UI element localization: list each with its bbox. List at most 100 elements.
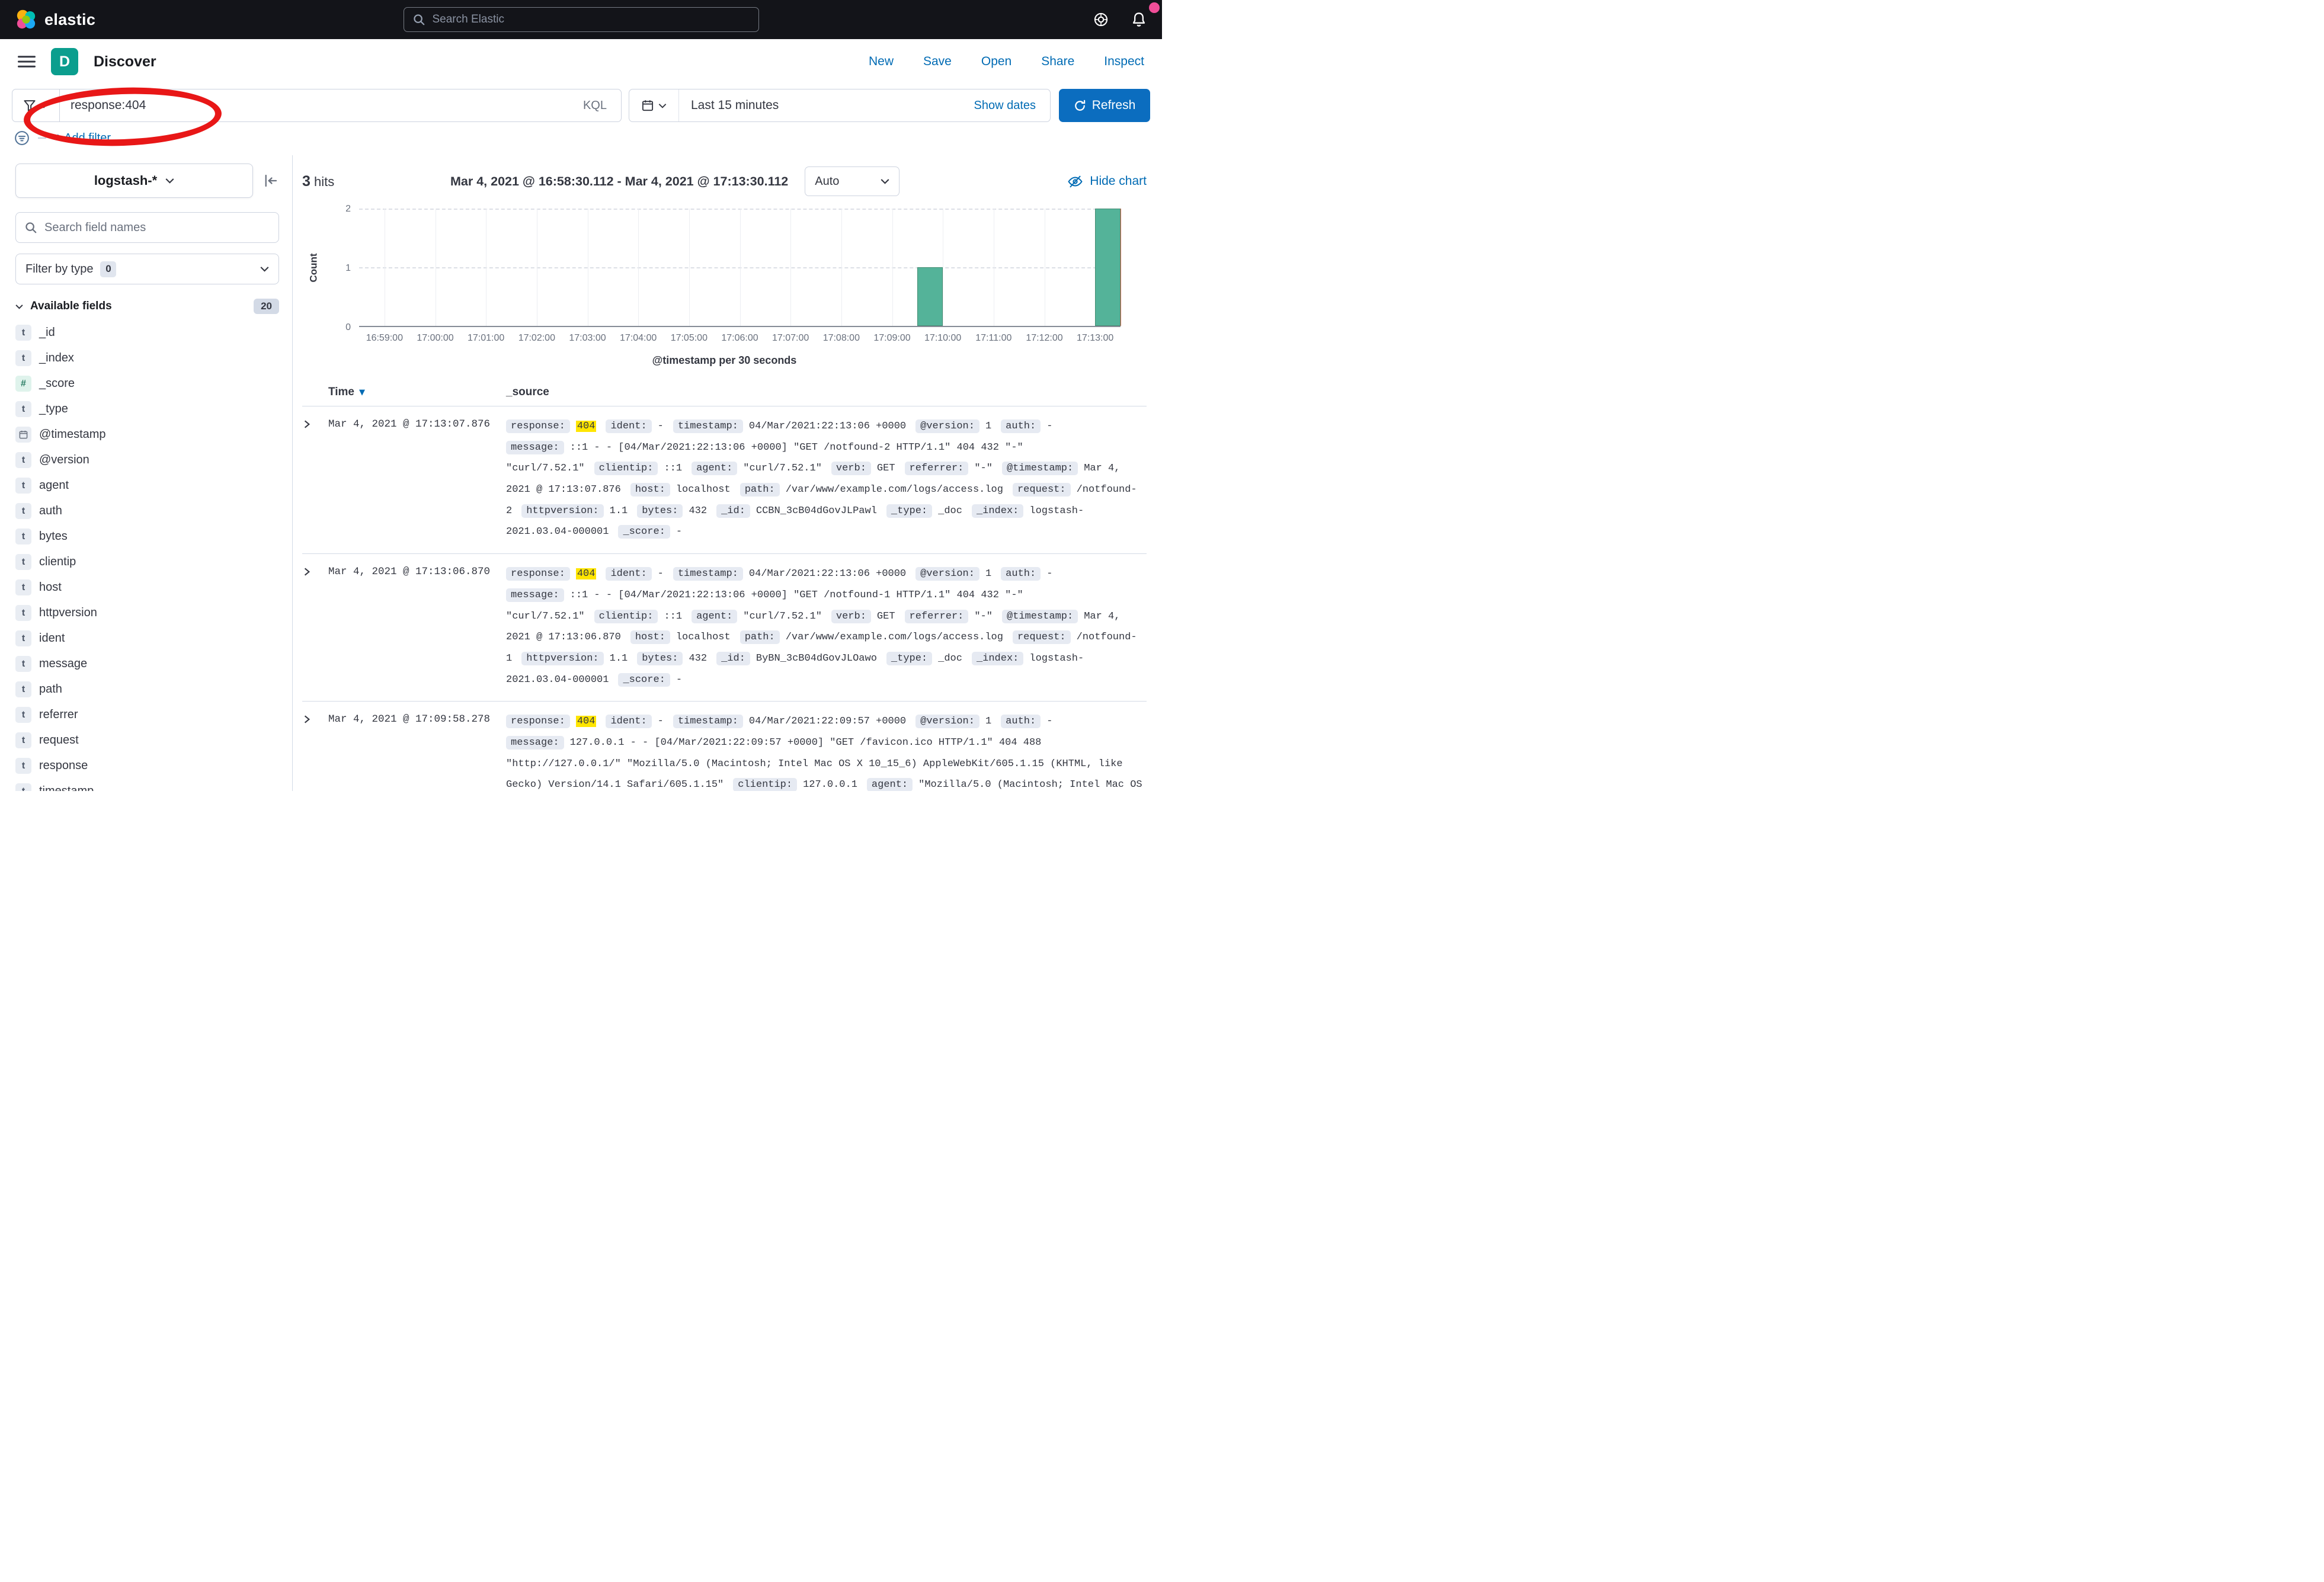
save-button[interactable]: Save xyxy=(923,55,952,69)
query-bar: KQL Last 15 minutes Show dates xyxy=(0,84,1162,128)
elastic-logo-icon xyxy=(15,9,37,30)
expand-row-button[interactable] xyxy=(302,416,328,543)
kql-language-button[interactable]: KQL xyxy=(569,99,621,113)
field-item-request[interactable]: trequest xyxy=(15,728,279,753)
hide-chart-button[interactable]: Hide chart xyxy=(1068,174,1147,189)
sort-desc-icon: ▼ xyxy=(359,388,365,397)
highlighted-value: 404 xyxy=(576,716,597,727)
chevron-down-icon xyxy=(658,103,667,108)
field-item-_score[interactable]: #_score xyxy=(15,371,279,396)
global-search-input[interactable] xyxy=(433,13,750,26)
field-chip: auth: xyxy=(1001,715,1041,728)
show-dates-button[interactable]: Show dates xyxy=(974,99,1050,113)
interval-select[interactable]: Auto xyxy=(805,166,899,196)
available-fields-header[interactable]: Available fields 20 xyxy=(15,299,279,314)
gridline xyxy=(740,209,741,326)
histogram-bar[interactable] xyxy=(917,267,943,326)
field-chip: auth: xyxy=(1001,419,1041,433)
kql-query-input[interactable] xyxy=(71,98,569,113)
inspect-button[interactable]: Inspect xyxy=(1104,55,1144,69)
field-value: - xyxy=(658,421,664,432)
string-field-type-icon: t xyxy=(15,554,31,570)
field-item-ident[interactable]: tident xyxy=(15,626,279,651)
saved-query-menu-button[interactable] xyxy=(12,89,59,122)
deployment-icon[interactable] xyxy=(1093,12,1109,27)
field-chip: _score: xyxy=(618,525,670,539)
search-icon xyxy=(412,13,425,26)
global-search[interactable] xyxy=(404,7,759,32)
field-value: CCBN_3cB04dGovJLPawl xyxy=(756,505,877,517)
new-button[interactable]: New xyxy=(869,55,894,69)
filter-options-icon[interactable] xyxy=(14,130,30,146)
field-value: "curl/7.52.1" xyxy=(743,611,822,622)
expand-row-button[interactable] xyxy=(302,563,328,690)
field-item-host[interactable]: thost xyxy=(15,575,279,600)
filter-by-type-select[interactable]: Filter by type 0 xyxy=(15,254,279,284)
field-chip: @version: xyxy=(915,419,979,433)
table-header: Time ▼ _source xyxy=(302,382,1147,406)
date-picker-calendar-button[interactable] xyxy=(629,89,679,121)
field-item-response[interactable]: tresponse xyxy=(15,753,279,779)
field-value: - xyxy=(676,674,682,686)
share-button[interactable]: Share xyxy=(1041,55,1074,69)
field-item-_index[interactable]: t_index xyxy=(15,345,279,371)
field-item-message[interactable]: tmessage xyxy=(15,651,279,677)
gridline xyxy=(689,209,690,326)
histogram-bar[interactable] xyxy=(1095,209,1121,326)
string-field-type-icon: t xyxy=(15,707,31,723)
index-pattern-select[interactable]: logstash-* xyxy=(15,164,253,198)
expand-row-button[interactable] xyxy=(302,711,328,791)
main-content: 3 hits Mar 4, 2021 @ 16:58:30.112 - Mar … xyxy=(293,155,1162,791)
field-item-bytes[interactable]: tbytes xyxy=(15,524,279,549)
open-button[interactable]: Open xyxy=(981,55,1011,69)
field-value: GET xyxy=(877,463,895,474)
field-item-path[interactable]: tpath xyxy=(15,677,279,702)
discover-page: elastic xyxy=(0,0,1162,791)
field-name: bytes xyxy=(39,530,68,543)
field-item-auth[interactable]: tauth xyxy=(15,498,279,524)
time-column-header[interactable]: Time ▼ xyxy=(328,386,506,399)
field-item-referrer[interactable]: treferrer xyxy=(15,702,279,728)
field-chip: ident: xyxy=(606,419,651,433)
refresh-button[interactable]: Refresh xyxy=(1059,89,1150,122)
field-name: httpversion xyxy=(39,606,97,620)
x-tick-label: 17:12:00 xyxy=(1026,333,1062,344)
add-filter-button[interactable]: + Add filter xyxy=(55,132,111,145)
field-item-@version[interactable]: t@version xyxy=(15,447,279,473)
doc-timestamp: Mar 4, 2021 @ 17:09:58.278 xyxy=(328,711,506,791)
menu-hamburger-icon[interactable] xyxy=(18,54,36,69)
eye-slash-icon xyxy=(1068,174,1083,189)
field-chip: clientip: xyxy=(594,610,658,623)
field-item-_type[interactable]: t_type xyxy=(15,396,279,422)
field-chip: _index: xyxy=(972,504,1023,518)
field-value: GET xyxy=(877,611,895,622)
doc-source: response:404ident:-timestamp:04/Mar/2021… xyxy=(506,563,1147,690)
field-item-httpversion[interactable]: thttpversion xyxy=(15,600,279,626)
elastic-brand[interactable]: elastic xyxy=(15,9,95,30)
field-chip: agent: xyxy=(692,610,737,623)
discover-app-badge: D xyxy=(51,48,78,75)
number-field-type-icon: # xyxy=(15,376,31,392)
field-name: _id xyxy=(39,326,55,340)
field-chip: host: xyxy=(630,630,670,644)
field-chip: request: xyxy=(1013,630,1071,644)
time-range-value[interactable]: Last 15 minutes xyxy=(679,98,779,113)
field-value: 04/Mar/2021:22:09:57 +0000 xyxy=(749,716,906,727)
field-value: _doc xyxy=(938,653,962,664)
field-name: agent xyxy=(39,479,69,492)
field-chip: referrer: xyxy=(905,610,969,623)
field-item-clientip[interactable]: tclientip xyxy=(15,549,279,575)
available-fields-label: Available fields xyxy=(30,300,112,313)
field-item-@timestamp[interactable]: @timestamp xyxy=(15,422,279,447)
field-item-timestamp[interactable]: ttimestamp xyxy=(15,779,279,791)
collapse-sidebar-icon[interactable] xyxy=(263,174,279,188)
field-item-_id[interactable]: t_id xyxy=(15,320,279,345)
field-search-input[interactable] xyxy=(44,221,270,235)
field-item-agent[interactable]: tagent xyxy=(15,473,279,498)
field-chip: path: xyxy=(740,483,780,497)
string-field-type-icon: t xyxy=(15,350,31,366)
notifications-bell-icon[interactable] xyxy=(1131,12,1147,27)
chart-x-ticks: 16:59:0017:00:0017:01:0017:02:0017:03:00… xyxy=(359,327,1121,345)
field-name: @version xyxy=(39,453,89,467)
available-fields-count-badge: 20 xyxy=(254,299,279,314)
